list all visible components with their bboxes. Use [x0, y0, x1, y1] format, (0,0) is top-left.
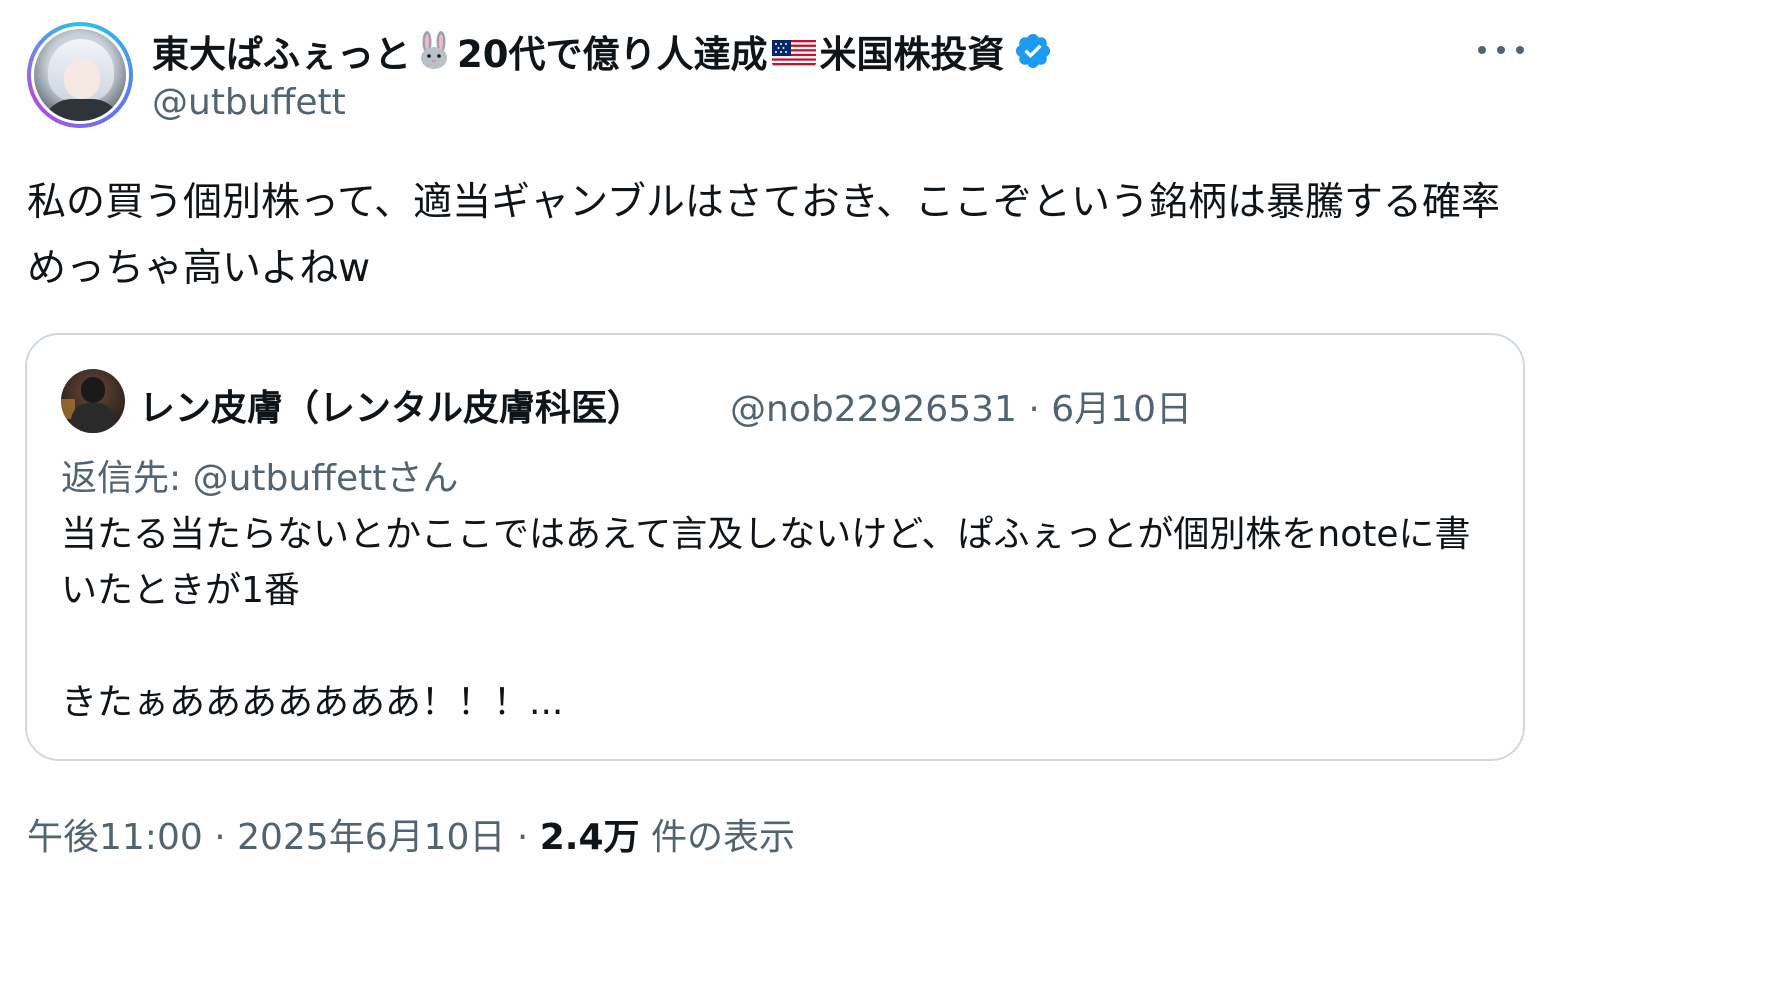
tweet: 東大ぱふぇっと 20代で億り人達成 米国株投資 @utbuffett 私の買う個…: [0, 0, 1772, 984]
views-label: 件の表示: [639, 817, 795, 858]
quoted-text-line2: きたぁあああああああ！！！...: [61, 682, 564, 723]
quoted-reply-to: 返信先: @utbuffettさん: [61, 458, 459, 499]
author-display-name[interactable]: 東大ぱふぇっと 20代で億り人達成 米国株投資: [152, 26, 1053, 76]
verified-badge-icon[interactable]: [1013, 31, 1053, 71]
quoted-text-line1: 当たる当たらないとかここではあえて言及しないけど、ぱふぇっとが個別株をnoteに…: [61, 514, 1471, 611]
author-avatar[interactable]: [27, 22, 133, 128]
quoted-handle-date: @nob22926531 · 6月10日: [730, 389, 1192, 430]
tweet-timestamp[interactable]: 午後11:00 · 2025年6月10日 ·: [27, 817, 540, 858]
tweet-text: 私の買う個別株って、適当ギャンブルはさておき、ここぞという銘柄は暴騰する確率めっ…: [27, 180, 1501, 291]
author-handle[interactable]: @utbuffett: [152, 82, 346, 123]
tweet-footer: 午後11:00 · 2025年6月10日 · 2.4万 件の表示: [27, 808, 795, 860]
quoted-tweet-text: 当たる当たらないとかここではあえて言及しないけど、ぱふぇっとが個別株をnoteに…: [61, 507, 1481, 731]
quoted-tweet[interactable]: レン皮膚（レンタル皮膚科医） @nob22926531 · 6月10日 返信先:…: [25, 333, 1525, 761]
us-flag-icon: [771, 36, 816, 66]
quoted-author-avatar[interactable]: [61, 369, 125, 433]
author-name-part2: 20代で億り人達成: [457, 33, 768, 76]
author-name-part3: 米国株投資: [819, 33, 1005, 76]
avatar-image: [31, 26, 129, 124]
views-count: 2.4万: [539, 817, 640, 858]
quoted-author-name: レン皮膚（レンタル皮膚科医）: [139, 388, 644, 429]
more-options-icon[interactable]: [1478, 38, 1524, 62]
rabbit-icon: [414, 31, 454, 71]
author-name-part1: 東大ぱふぇっと: [152, 33, 411, 76]
